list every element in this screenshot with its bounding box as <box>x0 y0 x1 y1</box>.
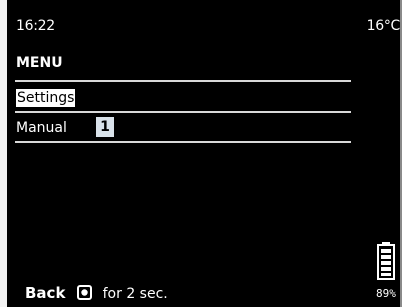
temperature-readout: 16°C <box>366 18 401 34</box>
device-screen: 16:22 16°C MENU Settings Manual 1 89% Ba… <box>7 0 402 307</box>
menu-item-manual[interactable]: Manual <box>16 120 67 136</box>
battery-icon <box>377 242 395 280</box>
manual-value-field[interactable]: 1 <box>96 117 114 137</box>
clock-time: 16:22 <box>16 18 55 34</box>
menu-title: MENU <box>16 55 63 71</box>
hold-button-icon <box>76 285 92 300</box>
back-hint: Back for 2 sec. <box>25 283 168 302</box>
battery-percent: 89% <box>376 287 396 300</box>
back-hint-text: for 2 sec. <box>102 286 168 302</box>
menu-divider <box>15 141 351 143</box>
menu-divider <box>15 111 351 113</box>
menu-item-settings[interactable]: Settings <box>16 89 76 107</box>
back-label: Back <box>25 284 66 302</box>
menu-divider <box>15 80 351 82</box>
